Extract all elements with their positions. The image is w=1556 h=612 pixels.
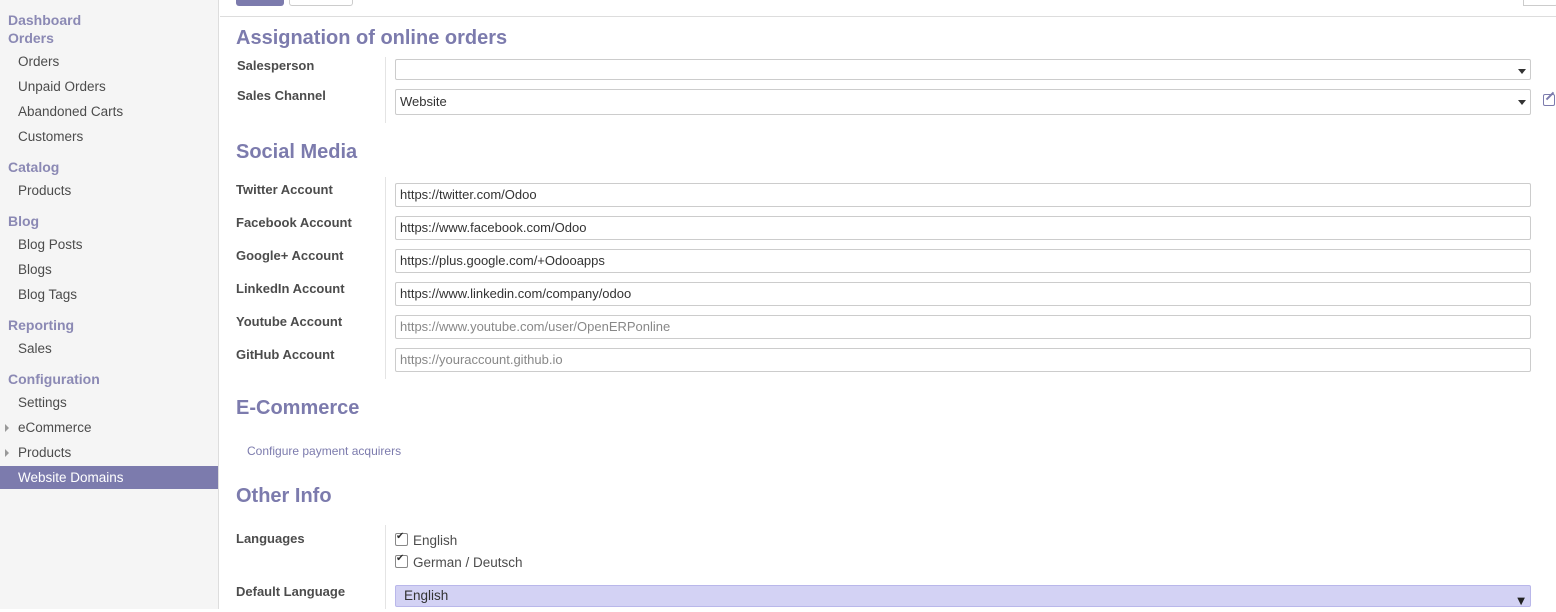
dropdown-arrow-icon: ▼ [1517,596,1525,607]
sidebar-item-orders[interactable]: Orders [0,50,218,73]
sidebar-item-unpaid-orders[interactable]: Unpaid Orders [0,75,218,98]
default-language-value: English [404,588,449,603]
section-title-assignation: Assignation of online orders [236,27,508,49]
checkbox-checked-icon[interactable] [395,553,408,568]
language-option-english[interactable]: English [395,531,458,548]
section-title-other-info: Other Info [236,485,332,507]
salesperson-select[interactable] [395,59,1531,80]
sidebar-heading-configuration: Configuration [8,371,100,387]
sidebar-heading-dashboard[interactable]: Dashboard [8,12,81,28]
github-label: GitHub Account [236,347,335,362]
main-content: Assignation of online orders Salesperson… [220,0,1556,609]
label-divider [385,57,386,123]
facebook-field[interactable]: https://www.facebook.com/Odoo [395,216,1531,240]
primary-button[interactable] [236,0,284,6]
language-name: German / Deutsch [413,555,523,570]
salesperson-label: Salesperson [237,58,315,73]
linkedin-field[interactable]: https://www.linkedin.com/company/odoo [395,282,1531,306]
checkbox-checked-icon[interactable] [395,531,408,546]
section-title-social-media: Social Media [236,141,358,163]
secondary-button[interactable] [289,0,353,6]
pager-button[interactable] [1523,0,1556,6]
default-language-select[interactable]: English ▼ [395,585,1531,607]
sidebar-item-blog-tags[interactable]: Blog Tags [0,283,218,306]
sidebar: Dashboard Orders Orders Unpaid Orders Ab… [0,0,219,609]
sidebar-item-settings[interactable]: Settings [0,391,218,414]
configure-payment-acquirers-link[interactable]: Configure payment acquirers [247,444,401,458]
caret-right-icon [5,424,9,432]
sidebar-item-label: eCommerce [18,420,92,435]
section-title-ecommerce: E-Commerce [236,397,360,419]
language-option-german[interactable]: German / Deutsch [395,553,523,570]
linkedin-label: LinkedIn Account [236,281,345,296]
sidebar-heading-reporting: Reporting [8,317,75,333]
sidebar-item-config-products[interactable]: Products [0,441,218,464]
control-panel [220,0,1556,17]
external-link-icon[interactable] [1543,94,1555,106]
sales-channel-value: Website [400,94,447,109]
sidebar-heading-blog: Blog [8,213,40,229]
youtube-field[interactable]: https://www.youtube.com/user/OpenERPonli… [395,315,1531,339]
sidebar-heading-orders: Orders [8,30,54,46]
googleplus-field[interactable]: https://plus.google.com/+Odooapps [395,249,1531,273]
caret-right-icon [5,449,9,457]
twitter-field[interactable]: https://twitter.com/Odoo [395,183,1531,207]
label-divider [385,525,386,609]
default-language-label: Default Language [236,584,346,599]
sidebar-item-website-domains[interactable]: Website Domains [0,466,218,489]
sidebar-item-customers[interactable]: Customers [0,125,218,148]
sidebar-item-products[interactable]: Products [0,179,218,202]
sidebar-item-sales[interactable]: Sales [0,337,218,360]
sales-channel-label: Sales Channel [237,88,326,103]
sidebar-item-ecommerce[interactable]: eCommerce [0,416,218,439]
sidebar-heading-catalog: Catalog [8,159,60,175]
youtube-label: Youtube Account [236,314,343,329]
sales-channel-select[interactable]: Website [395,89,1531,115]
languages-label: Languages [236,531,305,546]
language-name: English [413,533,458,548]
sidebar-item-abandoned-carts[interactable]: Abandoned Carts [0,100,218,123]
chevron-down-icon [1518,100,1526,105]
twitter-label: Twitter Account [236,182,333,197]
github-field[interactable]: https://youraccount.github.io [395,348,1531,372]
sidebar-item-blogs[interactable]: Blogs [0,258,218,281]
googleplus-label: Google+ Account [236,248,344,263]
label-divider [385,177,386,379]
sidebar-item-blog-posts[interactable]: Blog Posts [0,233,218,256]
facebook-label: Facebook Account [236,215,352,230]
chevron-down-icon [1518,69,1526,74]
sidebar-item-label: Products [18,445,72,460]
